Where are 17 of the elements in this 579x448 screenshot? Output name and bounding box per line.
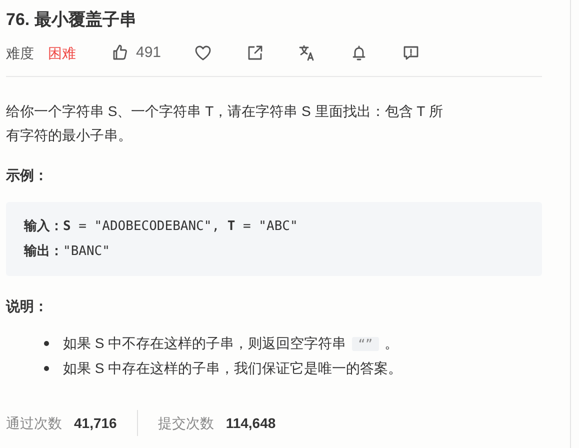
difficulty-text: 困难 (48, 44, 76, 62)
notes-heading: 说明： (6, 297, 49, 316)
heart-icon[interactable] (193, 43, 214, 63)
difficulty-label: 难度 (6, 44, 34, 62)
example-heading: 示例： (6, 166, 49, 185)
stat-value: 41,716 (74, 414, 117, 432)
problem-title: 76. 最小覆盖子串 (6, 9, 138, 31)
note-text: 如果 S 中存在这样的子串，我们保证它是唯一的答案。 (63, 359, 402, 378)
stat-label: 提交次数 (158, 414, 214, 432)
stat-label: 通过次数 (6, 414, 62, 432)
stat-value: 114,648 (226, 414, 276, 432)
like-button[interactable]: 491 (110, 42, 162, 64)
bullet-icon (44, 341, 49, 346)
code-block: 输入：S = "ADOBECODEBANC", T = "ABC" 输出："BANC" (6, 202, 542, 276)
description-text: 给你一个字符串 S、一个字符串 T，请在字符串 S 里面找出：包含 T 所有字符的最小子串。 (6, 102, 444, 145)
note-text: 如果 S 中不存在这样的子串，则返回空字符串 “” 。 (63, 334, 399, 353)
bullet-icon (44, 366, 49, 370)
